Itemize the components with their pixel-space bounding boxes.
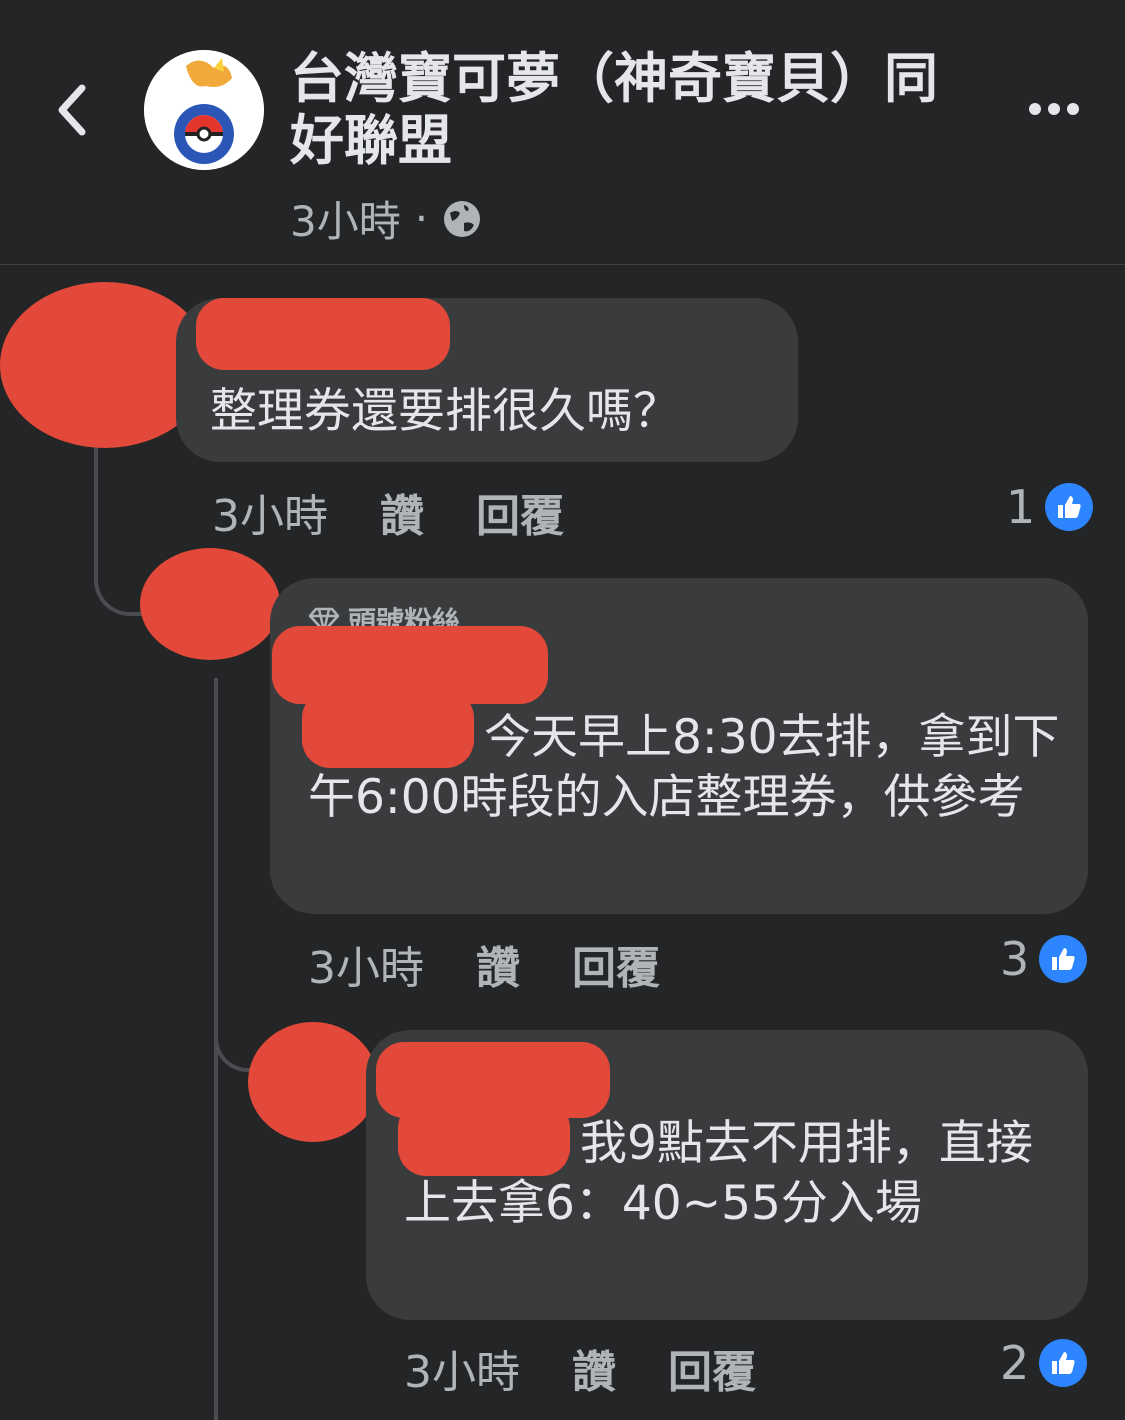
reply-button[interactable]: 回覆 bbox=[668, 1336, 756, 1400]
thumbs-up-icon bbox=[1039, 1339, 1088, 1387]
like-button[interactable]: 讚 bbox=[572, 1336, 616, 1400]
globe-icon bbox=[444, 200, 481, 237]
comment-time[interactable]: 3小時 bbox=[404, 1336, 520, 1400]
like-button[interactable]: 讚 bbox=[380, 480, 424, 544]
header-divider bbox=[0, 264, 1125, 265]
like-count: 1 bbox=[1006, 480, 1036, 534]
group-title[interactable]: 台灣寶可夢（神奇寶貝）同好聯盟 bbox=[290, 48, 970, 172]
reply-button[interactable]: 回覆 bbox=[572, 932, 660, 996]
like-count: 3 bbox=[1000, 932, 1030, 986]
reaction-count[interactable]: 2 bbox=[1000, 1336, 1088, 1390]
comment-text: 整理券還要排很久嗎？ bbox=[210, 384, 680, 439]
like-button[interactable]: 讚 bbox=[476, 932, 520, 996]
post-time: 3小時 bbox=[290, 197, 401, 246]
comment-time[interactable]: 3小時 bbox=[212, 480, 328, 544]
like-count: 2 bbox=[1000, 1336, 1030, 1390]
pokemon-center-logo-icon bbox=[144, 50, 264, 170]
redacted-author-name bbox=[196, 298, 450, 370]
more-options-button[interactable] bbox=[1028, 98, 1080, 120]
back-button[interactable] bbox=[52, 82, 92, 138]
reaction-count[interactable]: 3 bbox=[1000, 932, 1088, 986]
thumbs-up-icon bbox=[1045, 483, 1094, 531]
more-horizontal-icon bbox=[1029, 103, 1079, 115]
comment-actions: 3小時 讚 回覆 bbox=[404, 1336, 808, 1400]
thumbs-up-icon bbox=[1039, 935, 1088, 983]
redacted-avatar bbox=[248, 1022, 378, 1142]
comment-actions: 3小時 讚 回覆 bbox=[212, 480, 616, 544]
comment-actions: 3小時 讚 回覆 bbox=[308, 932, 712, 996]
meta-separator: · bbox=[414, 194, 429, 243]
comment-text: 我9點去不用排，直接上去拿6：40~55分入場 bbox=[404, 1116, 1033, 1231]
chevron-left-icon bbox=[58, 84, 86, 136]
comment-text: 今天早上8:30去排，拿到下午6:00時段的入店整理券，供參考 bbox=[308, 710, 1060, 825]
thread-line bbox=[214, 1000, 256, 1072]
group-avatar[interactable] bbox=[144, 50, 264, 170]
post-meta: 3小時 · bbox=[290, 188, 482, 249]
redacted-avatar bbox=[140, 548, 280, 660]
reply-button[interactable]: 回覆 bbox=[476, 480, 564, 544]
reaction-count[interactable]: 1 bbox=[1006, 480, 1094, 534]
comment-time[interactable]: 3小時 bbox=[308, 932, 424, 996]
